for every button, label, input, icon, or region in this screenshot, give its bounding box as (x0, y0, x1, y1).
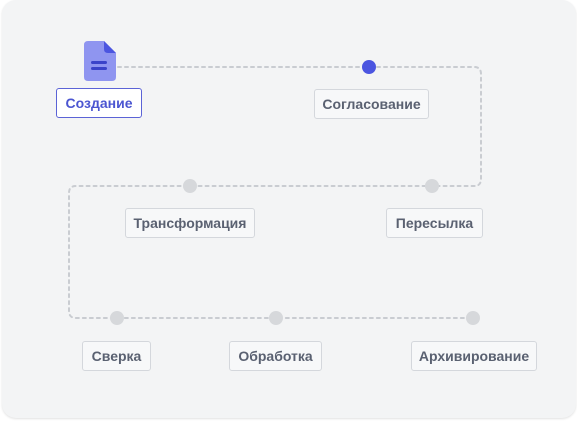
step-label-reconciliation[interactable]: Сверка (82, 341, 151, 371)
step-label-archiving[interactable]: Архивирование (411, 341, 537, 371)
step-label-approval[interactable]: Согласование (314, 89, 429, 119)
step-marker-reconciliation (110, 311, 124, 325)
step-marker-approval (362, 60, 376, 74)
document-icon (84, 41, 116, 81)
step-marker-transformation (183, 179, 197, 193)
step-label-processing[interactable]: Обработка (229, 341, 322, 371)
step-label-forwarding[interactable]: Пересылка (386, 208, 483, 238)
step-label-creation[interactable]: Создание (56, 88, 142, 118)
step-marker-forwarding (425, 179, 439, 193)
step-label-transformation[interactable]: Трансформация (125, 208, 255, 238)
step-marker-processing (269, 311, 283, 325)
step-marker-archiving (466, 311, 480, 325)
